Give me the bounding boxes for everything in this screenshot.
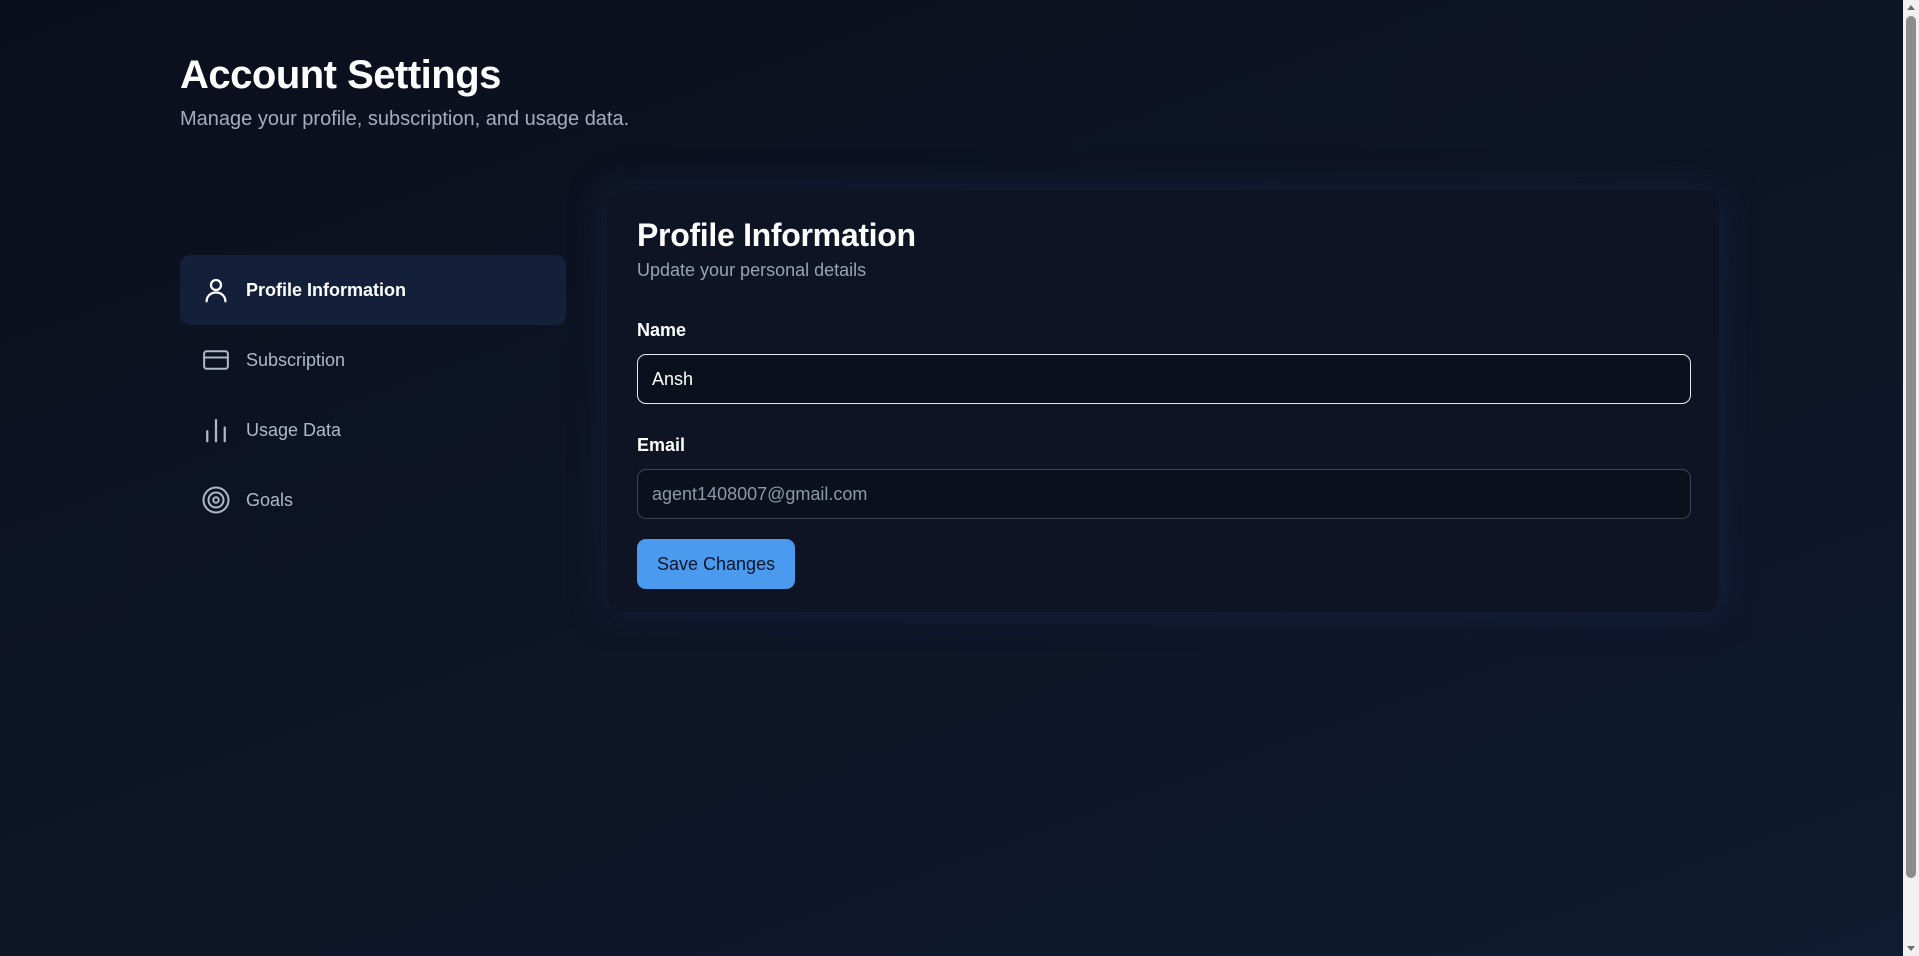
sidebar-item-label: Goals	[246, 489, 294, 510]
card-subtitle: Update your personal details	[637, 260, 867, 280]
sidebar-item-label: Usage Data	[246, 419, 342, 440]
settings-sidebar: Profile Information Subscription Usage D…	[180, 255, 566, 535]
name-input[interactable]	[637, 354, 1691, 404]
page-subtitle: Manage your profile, subscription, and u…	[180, 108, 630, 130]
page-header: Account Settings Manage your profile, su…	[180, 52, 629, 132]
sidebar-item-profile-information[interactable]: Profile Information	[180, 255, 566, 325]
sidebar-item-label: Subscription	[246, 349, 346, 370]
card-title: Profile Information	[637, 217, 916, 253]
profile-information-card: Profile Information Update your personal…	[607, 190, 1719, 612]
sidebar-item-label: Profile Information	[246, 279, 407, 300]
bar-chart-icon	[201, 415, 231, 445]
page-scrollbar[interactable]	[1903, 0, 1919, 956]
email-input[interactable]	[637, 469, 1691, 519]
target-icon	[201, 485, 231, 515]
name-label: Name	[637, 320, 687, 340]
user-icon	[201, 275, 231, 305]
credit-card-icon	[201, 345, 231, 375]
sidebar-item-goals[interactable]: Goals	[180, 465, 566, 535]
scroll-down-arrow-icon[interactable]	[1907, 946, 1915, 951]
page-title: Account Settings	[180, 53, 501, 97]
save-changes-button[interactable]: Save Changes	[637, 539, 796, 589]
scroll-thumb[interactable]	[1906, 16, 1916, 878]
email-label: Email	[637, 435, 686, 455]
settings-page: Account Settings Manage your profile, su…	[0, 0, 1903, 956]
sidebar-item-usage-data[interactable]: Usage Data	[180, 395, 566, 465]
sidebar-item-subscription[interactable]: Subscription	[180, 325, 566, 395]
scroll-up-arrow-icon[interactable]	[1907, 5, 1915, 10]
